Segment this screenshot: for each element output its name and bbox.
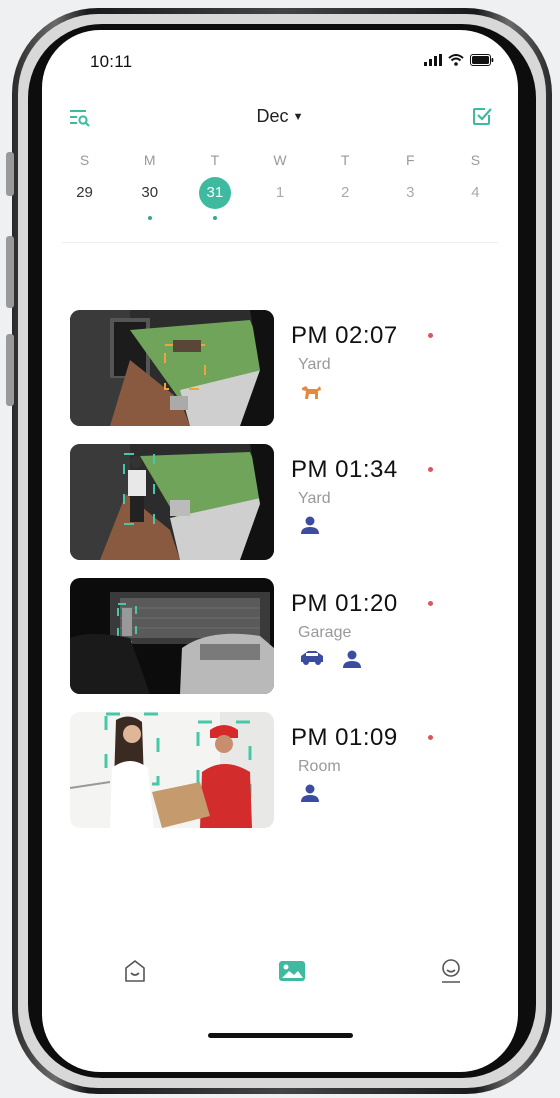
calendar-day-selected[interactable]: 31 (182, 176, 247, 220)
unread-dot (428, 467, 433, 472)
event-location: Garage (298, 624, 352, 641)
event-thumbnail (70, 444, 274, 560)
unread-dot (428, 601, 433, 606)
weekday-label: S (79, 152, 90, 168)
status-icons (424, 54, 494, 66)
event-time: PM 02:07 (291, 322, 398, 349)
wifi-icon (448, 54, 464, 66)
event-location: Yard (298, 356, 331, 373)
gallery-icon[interactable] (277, 956, 307, 986)
month-label: Dec (256, 106, 289, 126)
volume-up-button (6, 236, 14, 308)
home-indicator[interactable] (208, 1033, 353, 1038)
event-item[interactable]: PM 01:09 Room (70, 712, 490, 828)
calendar-day[interactable]: 3 (378, 176, 443, 220)
event-item[interactable]: PM 01:20 Garage (70, 578, 490, 694)
weekday-label: T (340, 152, 350, 168)
weekday-label: M (143, 152, 156, 168)
person-icon (301, 784, 319, 802)
bottom-nav (42, 956, 518, 990)
app-screen: 10:11 Dec ▼ S M T W T F S 29 30 31 1 2 3… (42, 30, 518, 1072)
event-location: Yard (298, 490, 331, 507)
day-number: 3 (406, 184, 415, 201)
select-checkbox-icon[interactable] (470, 104, 494, 128)
volume-down-button (6, 334, 14, 406)
caret-down-icon: ▼ (292, 111, 304, 123)
calendar-day[interactable]: 1 (247, 176, 312, 220)
person-icon (301, 516, 319, 534)
mute-switch (6, 152, 14, 196)
weekday-label: W (273, 152, 287, 168)
battery-icon (470, 54, 494, 66)
event-time: PM 01:34 (291, 456, 398, 483)
calendar-divider (62, 242, 498, 243)
event-thumbnail (70, 310, 274, 426)
month-selector[interactable]: Dec ▼ (42, 106, 518, 127)
has-events-dot (212, 216, 217, 220)
event-thumbnail (70, 578, 274, 694)
event-location: Room (298, 758, 341, 775)
profile-icon[interactable] (436, 956, 466, 986)
event-time: PM 01:20 (291, 590, 398, 617)
weekday-label: S (470, 152, 481, 168)
calendar-day[interactable]: 4 (443, 176, 508, 220)
has-events-dot (147, 216, 152, 220)
weekday-label: T (210, 152, 220, 168)
calendar-day[interactable]: 30 (117, 176, 182, 220)
event-item[interactable]: PM 01:34 Yard (70, 444, 490, 560)
dog-icon (302, 386, 321, 399)
person-icon (343, 650, 361, 668)
day-number: 4 (471, 184, 480, 201)
detection-icons (300, 650, 362, 668)
status-time: 10:11 (90, 52, 133, 71)
day-cell: 31 (182, 176, 247, 210)
event-thumbnail (70, 712, 274, 828)
calendar-day[interactable]: 29 (52, 176, 117, 220)
day-number: 31 (198, 177, 231, 209)
unread-dot (428, 333, 433, 338)
calendar-day[interactable]: 2 (313, 176, 378, 220)
detection-icons (300, 516, 320, 534)
detection-icons (300, 784, 320, 802)
day-number: 1 (275, 184, 285, 201)
day-number: 2 (340, 184, 350, 201)
signal-icon (424, 54, 442, 66)
detection-icons (300, 382, 322, 400)
week-calendar: S M T W T F S 29 30 31 1 2 3 4 (52, 152, 508, 220)
day-number: 30 (141, 184, 159, 201)
home-icon[interactable] (120, 956, 150, 986)
weekday-label: F (405, 152, 415, 168)
weekday-row: S M T W T F S (52, 152, 508, 176)
event-time: PM 01:09 (291, 724, 398, 751)
unread-dot (428, 735, 433, 740)
event-item[interactable]: PM 02:07 Yard (70, 310, 490, 426)
car-icon (301, 651, 323, 665)
day-number: 29 (76, 184, 93, 201)
day-row: 29 30 31 1 2 3 4 (52, 176, 508, 220)
